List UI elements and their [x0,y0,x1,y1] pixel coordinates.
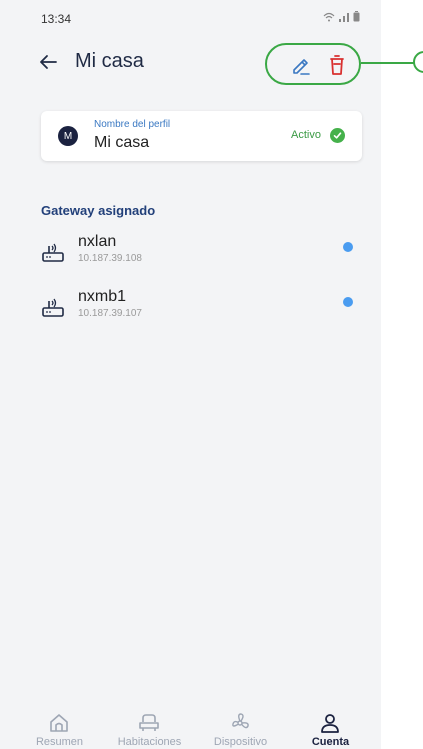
delete-button[interactable] [325,53,349,77]
user-icon [321,714,339,733]
nav-label: Resumen [35,736,84,748]
online-status-dot [343,297,353,307]
gateway-section-title: Gateway asignado [41,203,156,218]
fan-icon [232,713,249,729]
avatar: M [58,126,78,146]
arrow-left-icon [40,55,57,69]
callout-marker [413,51,423,73]
router-icon [42,243,64,262]
gateway-ip: 10.187.39.108 [78,253,142,264]
edit-button[interactable] [289,53,313,77]
back-button[interactable] [34,48,62,76]
sofa-icon [139,714,159,731]
signal-icon [339,13,349,22]
bottom-nav: Resumen Habitaciones Dispositivo Cuenta [0,708,381,749]
online-status-dot [343,242,353,252]
page-title: Mi casa [75,50,144,72]
battery-icon [353,11,360,22]
gateway-item[interactable]: nxlan 10.187.39.108 [41,229,362,269]
check-icon [330,128,345,143]
gateway-name: nxmb1 [78,288,127,305]
profile-card: M Nombre del perfil Mi casa Activo [41,111,362,161]
home-icon [50,714,68,732]
status-bar: 13:34 [0,0,381,34]
phone-screen: 13:34 Mi casa M Nombre del perfil Mi cas… [0,0,381,749]
nav-item-dispositivo[interactable]: Dispositivo [193,708,288,749]
nav-label: Dispositivo [213,736,268,748]
nav-item-habitaciones[interactable]: Habitaciones [102,708,197,749]
gateway-name: nxlan [78,233,117,250]
wifi-icon [323,12,335,22]
trash-icon [330,55,344,75]
profile-name-label: Nombre del perfil [94,119,171,130]
status-time: 13:34 [41,12,72,26]
nav-item-resumen[interactable]: Resumen [12,708,107,749]
gateway-ip: 10.187.39.107 [78,308,142,319]
highlight-outline [265,43,361,85]
router-icon [42,298,64,317]
status-icons [323,11,360,22]
gateway-item[interactable]: nxmb1 10.187.39.107 [41,284,362,324]
callout-line [361,62,416,64]
status-badge: Activo [291,129,321,141]
nav-item-cuenta[interactable]: Cuenta [283,708,378,749]
profile-name-value: Mi casa [94,134,150,151]
nav-label: Habitaciones [117,736,182,748]
nav-label: Cuenta [311,736,350,748]
app-bar: Mi casa [0,40,381,86]
pencil-icon [293,59,310,75]
